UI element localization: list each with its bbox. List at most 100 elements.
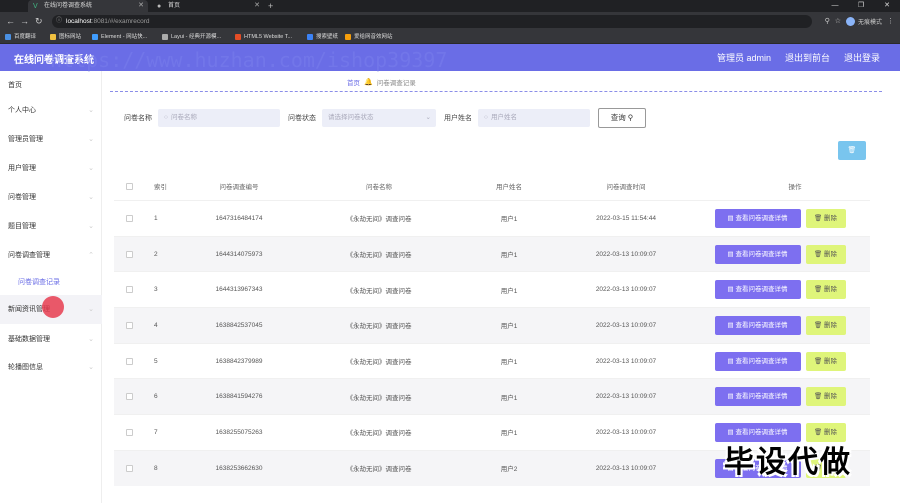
close-window-icon[interactable]: ✕ bbox=[874, 0, 900, 12]
chevron-down-icon: ⌄ bbox=[88, 136, 94, 143]
url-path: :8081/#/examrecord bbox=[91, 18, 150, 25]
row-checkbox[interactable] bbox=[125, 286, 133, 294]
table-row: 2 1644314075973 《永劫无间》调查问卷 用户1 2022-03-13 10… bbox=[114, 235, 870, 272]
sidebar-item-label: 问卷管理 bbox=[8, 194, 36, 201]
row-checkbox[interactable] bbox=[125, 428, 133, 436]
table-row: 3 1644313967343 《永劫无间》调查问卷 用户1 2022-03-13 10… bbox=[114, 271, 870, 307]
breadcrumb-current: 问卷调查记录 bbox=[376, 80, 416, 87]
url-input[interactable]: ⓘ localhost:8081/#/examrecord bbox=[52, 15, 812, 28]
row-checkbox[interactable] bbox=[125, 321, 133, 329]
cell-name: 《永劫无间》调查问卷 bbox=[346, 323, 412, 331]
view-detail-button[interactable]: ▤ 查看问卷调查详情 bbox=[714, 387, 801, 407]
delete-selected-button[interactable]: 🗑 bbox=[838, 141, 866, 160]
row-checkbox[interactable] bbox=[125, 250, 133, 258]
chevron-up-icon: ⌃ bbox=[88, 252, 94, 259]
logout-link[interactable]: 退出登录 bbox=[844, 51, 880, 64]
browser-tab[interactable]: ● 首页 ✕ bbox=[152, 0, 264, 12]
chevron-down-icon: ⌄ bbox=[425, 114, 431, 121]
new-tab-icon[interactable]: + bbox=[268, 0, 273, 12]
cell-code: 1644314075973 bbox=[215, 250, 263, 258]
bookmark-item[interactable]: 搜索壁纸 bbox=[307, 32, 338, 42]
status-select[interactable]: 请选择问卷状态 ⌄ bbox=[322, 109, 436, 127]
user-search-input[interactable]: ○ 用户姓名 bbox=[478, 109, 590, 127]
select-all-checkbox[interactable] bbox=[125, 182, 133, 190]
browser-tab-title: 首页 bbox=[168, 3, 181, 9]
view-detail-button[interactable]: ▤ 查看问卷调查详情 bbox=[714, 280, 801, 300]
table-row: 1 1647316484174 《永劫无间》调查问卷 用户1 2022-03-15 11… bbox=[114, 200, 870, 236]
document-icon: ▤ bbox=[727, 428, 734, 436]
bookmark-label: Layui - 经典开源模... bbox=[171, 34, 222, 40]
view-detail-button[interactable]: ▤ 查看问卷调查详情 bbox=[714, 244, 801, 264]
sidebar-item-survey[interactable]: 问卷调查管理 ⌃ bbox=[0, 241, 102, 270]
delete-button[interactable]: 🗑 删除 bbox=[805, 280, 846, 300]
search-icon: ○ bbox=[484, 114, 488, 121]
delete-button[interactable]: 🗑 删除 bbox=[805, 351, 846, 371]
sidebar-item-users[interactable]: 用户管理 ⌄ bbox=[0, 154, 102, 183]
bookmark-item[interactable]: 百度翻译 bbox=[5, 32, 36, 42]
delete-button[interactable]: 🗑 删除 bbox=[805, 208, 846, 228]
name-search-input[interactable]: ○ 问卷名称 bbox=[158, 109, 280, 127]
close-tab-icon[interactable]: ✕ bbox=[254, 0, 260, 12]
sidebar-item-admin[interactable]: 管理员管理 ⌄ bbox=[0, 125, 102, 154]
bookmark-item[interactable]: 图标网站 bbox=[50, 32, 81, 42]
sidebar-item-label: 个人中心 bbox=[8, 107, 36, 114]
document-icon: ▤ bbox=[727, 321, 734, 329]
row-checkbox[interactable] bbox=[125, 393, 133, 401]
minimize-icon[interactable]: — bbox=[822, 0, 848, 12]
vue-logo-icon: V bbox=[33, 3, 38, 10]
sidebar-item-carousel[interactable]: 轮播图信息 ⌄ bbox=[0, 353, 102, 382]
sidebar-item-survey-records[interactable]: 问卷调查记录 bbox=[0, 268, 102, 297]
menu-dots-icon[interactable]: ⋮ bbox=[887, 17, 894, 25]
view-detail-button[interactable]: ▤ 查看问卷调查详情 bbox=[714, 208, 801, 228]
view-detail-button[interactable]: ▤ 查看问卷调查详情 bbox=[714, 315, 801, 335]
breadcrumb-home[interactable]: 首页 bbox=[347, 77, 360, 87]
sidebar-item-profile[interactable]: 个人中心 ⌄ bbox=[0, 96, 102, 125]
view-detail-button[interactable]: ▤ 查看问卷调查详情 bbox=[714, 351, 801, 371]
row-checkbox[interactable] bbox=[125, 357, 133, 365]
header-time: 问卷调查时间 bbox=[606, 184, 646, 191]
folder-icon bbox=[50, 34, 56, 40]
sidebar-item-basic-data[interactable]: 基础数据管理 ⌄ bbox=[0, 325, 102, 354]
query-button[interactable]: 查询 ⚲ bbox=[598, 108, 646, 128]
cell-index: 8 bbox=[154, 464, 158, 472]
cell-code: 1638842379989 bbox=[215, 357, 263, 365]
delete-button[interactable]: 🗑 删除 bbox=[805, 315, 846, 335]
bookmark-star-icon[interactable]: ☆ bbox=[835, 17, 841, 25]
row-checkbox[interactable] bbox=[125, 214, 133, 222]
bookmark-item[interactable]: Element - 网站快... bbox=[92, 32, 147, 42]
delete-button[interactable]: 🗑 删除 bbox=[805, 244, 846, 264]
divider bbox=[110, 91, 882, 92]
user-label: 用户姓名 bbox=[444, 115, 472, 122]
header-index: 索引 bbox=[154, 184, 167, 191]
row-checkbox[interactable] bbox=[125, 464, 133, 472]
overlay-caption: 毕设代做 bbox=[724, 446, 852, 479]
search-form: 问卷名称 ○ 问卷名称 问卷状态 请选择问卷状态 ⌄ 用户姓名 ○ 用户姓名 查询 … bbox=[124, 108, 646, 128]
chevron-down-icon: ⌄ bbox=[88, 336, 94, 343]
sidebar-item-questionnaire[interactable]: 问卷管理 ⌄ bbox=[0, 183, 102, 212]
back-to-front-link[interactable]: 退出到前台 bbox=[785, 51, 830, 64]
search-icon: ⚲ bbox=[627, 113, 634, 122]
header-links: 管理员 admin 退出到前台 退出登录 bbox=[717, 51, 880, 64]
bookmark-item[interactable]: HTML5 Website T... bbox=[235, 32, 292, 42]
cell-name: 《永劫无间》调查问卷 bbox=[346, 287, 412, 295]
table-row: 5 1638842379989 《永劫无间》调查问卷 用户1 2022-03-13 10… bbox=[114, 342, 870, 379]
back-icon[interactable]: ← bbox=[6, 15, 15, 27]
cell-user: 用户1 bbox=[500, 287, 518, 295]
bookmark-item[interactable]: 爱给网音效网站 bbox=[345, 32, 393, 42]
reload-icon[interactable]: ↻ bbox=[35, 15, 43, 27]
profile-button[interactable]: 无痕模式 bbox=[845, 16, 882, 26]
bookmark-item[interactable]: Layui - 经典开源模... bbox=[162, 32, 221, 42]
delete-button[interactable]: 🗑 删除 bbox=[805, 387, 846, 407]
extension-icon[interactable]: ⚲ bbox=[825, 17, 830, 25]
browser-tab-active[interactable]: V 在线问卷调查系统 ✕ bbox=[28, 0, 148, 12]
cell-user: 用户1 bbox=[500, 252, 518, 260]
view-detail-label: 查看问卷调查详情 bbox=[735, 286, 788, 294]
chevron-down-icon: ⌄ bbox=[88, 306, 94, 313]
cell-time: 2022-03-13 10:09:07 bbox=[595, 464, 657, 472]
app-title: 在线问卷调查系统 bbox=[14, 55, 94, 66]
maximize-icon[interactable]: ❐ bbox=[848, 0, 874, 12]
sidebar-item-questions[interactable]: 题目管理 ⌄ bbox=[0, 212, 102, 241]
forward-icon[interactable]: → bbox=[20, 15, 29, 27]
close-tab-icon[interactable]: ✕ bbox=[138, 0, 144, 12]
trash-icon: 🗑 bbox=[813, 357, 823, 365]
